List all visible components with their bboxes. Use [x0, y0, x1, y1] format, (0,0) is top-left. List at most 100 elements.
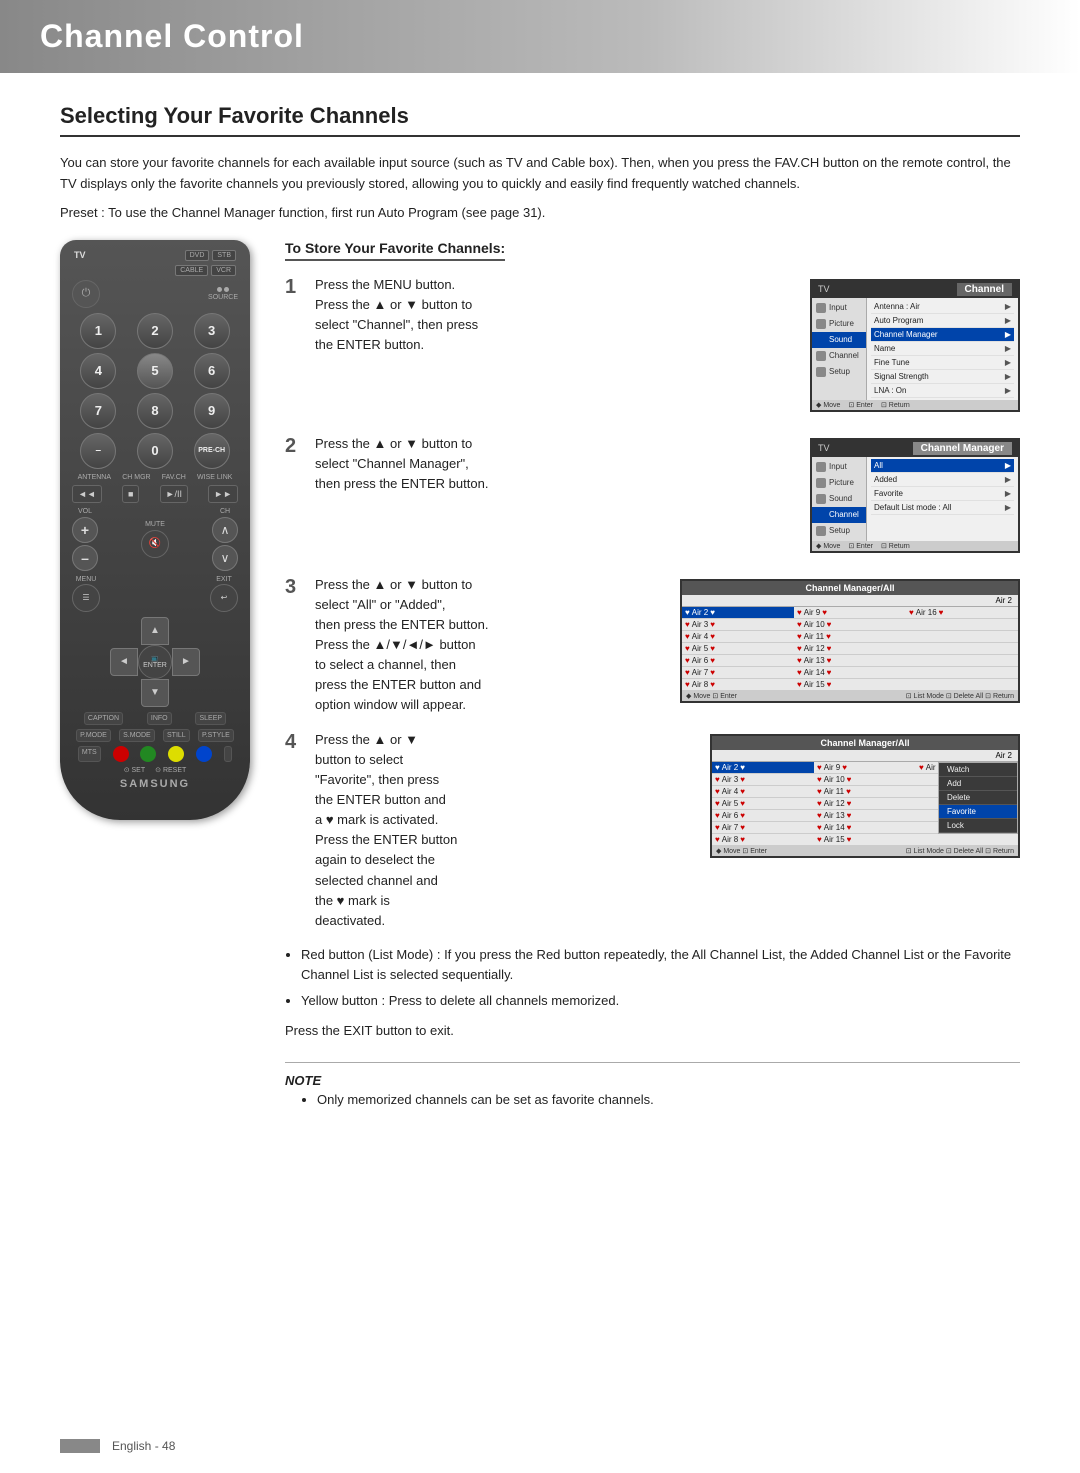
stb-btn[interactable]: STB [212, 250, 236, 261]
ch-mgr-grid: ♥Air 2♥ ♥Air 9♥ ♥Air 16♥ ♥Air 3♥ ♥Air 10… [682, 607, 1018, 691]
btn-1[interactable]: 1 [80, 313, 116, 349]
vol-control: VOL + – [72, 508, 98, 571]
rew-btn[interactable]: ◄◄ [72, 485, 102, 503]
ch-air5: ♥Air 5♥ [682, 643, 794, 655]
step-1: 1 Press the MENU button. Press the ▲ or … [285, 275, 1020, 420]
ff-btn[interactable]: ►► [208, 485, 238, 503]
extra-btn[interactable] [224, 746, 232, 762]
sleep-btn[interactable]: SLEEP [195, 712, 226, 725]
s4-ch-air3: ♥Air 3♥ [712, 774, 814, 786]
menu-label: MENU [76, 576, 97, 583]
vol-label: VOL [78, 508, 92, 515]
step-3-number: 3 [285, 577, 305, 597]
smode-btn[interactable]: S.MODE [119, 729, 155, 742]
tv-screen-2-footer: ◆ Move ⊡ Enter ⊡ Return [812, 541, 1018, 551]
btn-dash[interactable]: – [80, 433, 116, 469]
pmode-btn[interactable]: P.MODE [76, 729, 111, 742]
ch-mgr-all-header-2: Channel Manager/All [712, 736, 1018, 750]
btn-5[interactable]: 5 [137, 353, 173, 389]
sb2-setup: Setup [812, 523, 866, 539]
setup-label: Setup [829, 367, 850, 376]
enter-label: ENTER [143, 662, 167, 669]
btn-8[interactable]: 8 [137, 393, 173, 429]
note-section: NOTE Only memorized channels can be set … [285, 1062, 1020, 1107]
dpad-right[interactable]: ► [172, 648, 200, 676]
pstyle-btn[interactable]: P.STYLE [198, 729, 234, 742]
caption-btn[interactable]: CAPTION [84, 712, 123, 725]
red-btn[interactable] [113, 746, 129, 762]
ch-up-btn[interactable]: ∧ [212, 517, 238, 543]
step-2-content: Press the ▲ or ▼ button to select "Chann… [315, 434, 798, 494]
ch-air16b [906, 619, 1018, 631]
yellow-btn[interactable] [168, 746, 184, 762]
cable-vcr-boxes: CABLE VCR [175, 265, 236, 276]
ch-air3: ♥Air 3♥ [682, 619, 794, 631]
vol-up-btn[interactable]: + [72, 517, 98, 543]
sb2-channel-active: Channel [812, 507, 866, 523]
btn-3[interactable]: 3 [194, 313, 230, 349]
mute-btn[interactable]: 🔇 [141, 530, 169, 558]
ch-air14: ♥Air 14♥ [794, 667, 906, 679]
step-4-number: 4 [285, 732, 305, 752]
mts-btn[interactable]: MTS [78, 746, 101, 762]
favch-label: FAV.CH [162, 474, 186, 481]
page-header: Channel Control [0, 0, 1080, 73]
s4-ch-air13: ♥Air 13♥ [814, 810, 916, 822]
sound-label: Sound [829, 335, 852, 344]
stop-btn[interactable]: ■ [122, 485, 139, 503]
dpad: ▲ ◄ 📺 ENTER ► ▼ [110, 617, 200, 707]
blue-btn[interactable] [196, 746, 212, 762]
sidebar-sound-active: Sound [812, 332, 866, 348]
ch-down-btn[interactable]: ∨ [212, 545, 238, 571]
yellow-button-bullet: Yellow button : Press to delete all chan… [301, 991, 1020, 1011]
antenna-row: ANTENNA CH MGR FAV.CH WISE LINK [72, 474, 238, 481]
option-add: Add [939, 777, 1017, 791]
dvd-btn[interactable]: DVD [185, 250, 210, 261]
exit-btn[interactable]: ↩ [210, 584, 238, 612]
caption-info-sleep-row: CAPTION INFO SLEEP [72, 712, 238, 725]
btn-prech[interactable]: PRE-CH [194, 433, 230, 469]
ch-air9: ♥Air 9♥ [794, 607, 906, 619]
vol-down-btn[interactable]: – [72, 545, 98, 571]
step-3: 3 Press the ▲ or ▼ button to select "All… [285, 575, 1020, 716]
sb2-input-icon [816, 462, 826, 472]
playpause-btn[interactable]: ►/II [160, 485, 188, 503]
option-favorite: Favorite [939, 805, 1017, 819]
note-list: Only memorized channels can be set as fa… [301, 1092, 1020, 1107]
btn-7[interactable]: 7 [80, 393, 116, 429]
s4-ch-air15: ♥Air 15♥ [814, 834, 916, 846]
menu-all: All▶ [871, 459, 1014, 473]
s4-empty6 [916, 834, 1018, 846]
step-3-text: Press the ▲ or ▼ button to select "All" … [315, 575, 668, 716]
dpad-center-enter[interactable]: 📺 ENTER [138, 645, 172, 679]
step-4-content: Press the ▲ or ▼ Press the ▲ or ▼ button… [315, 730, 698, 931]
ch-empty4 [906, 667, 1018, 679]
power-button[interactable]: ⏻ [72, 280, 100, 308]
green-btn[interactable] [140, 746, 156, 762]
step-3-content: Press the ▲ or ▼ button to select "All" … [315, 575, 668, 716]
dpad-up[interactable]: ▲ [141, 617, 169, 645]
to-store-title: To Store Your Favorite Channels: [285, 240, 505, 261]
s4-ch-air12: ♥Air 12♥ [814, 798, 916, 810]
ch-air15: ♥Air 15♥ [794, 679, 906, 691]
page-content: Selecting Your Favorite Channels You can… [0, 73, 1080, 1147]
btn-6[interactable]: 6 [194, 353, 230, 389]
vcr-btn[interactable]: VCR [211, 265, 236, 276]
btn-0[interactable]: 0 [137, 433, 173, 469]
ch-air6: ♥Air 6♥ [682, 655, 794, 667]
section-title: Selecting Your Favorite Channels [60, 103, 1020, 137]
step-4: 4 Press the ▲ or ▼ Press the ▲ or ▼ butt… [285, 730, 1020, 931]
dpad-down[interactable]: ▼ [141, 679, 169, 707]
picture-icon [816, 319, 826, 329]
dpad-left[interactable]: ◄ [110, 648, 138, 676]
still-btn[interactable]: STILL [163, 729, 190, 742]
tv-menu-items-1: Antenna : Air▶ Auto Program▶ Channel Man… [867, 298, 1018, 400]
btn-9[interactable]: 9 [194, 393, 230, 429]
menu-btn[interactable]: ☰ [72, 584, 100, 612]
btn-4[interactable]: 4 [80, 353, 116, 389]
info-btn[interactable]: INFO [147, 712, 172, 725]
btn-2[interactable]: 2 [137, 313, 173, 349]
cable-btn[interactable]: CABLE [175, 265, 208, 276]
input-icon [816, 303, 826, 313]
s4-ch-air4: ♥Air 4♥ [712, 786, 814, 798]
